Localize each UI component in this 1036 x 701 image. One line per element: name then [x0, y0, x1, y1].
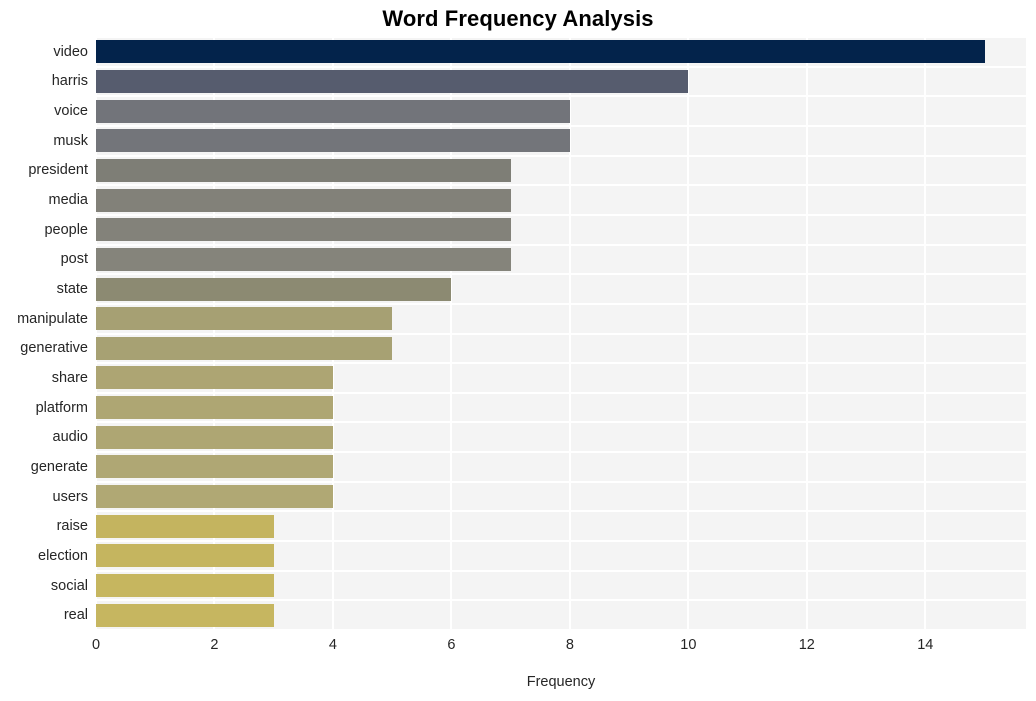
gridline-horizontal — [96, 184, 1026, 187]
y-tick-label-raise: raise — [56, 518, 88, 535]
x-axis-title: Frequency — [526, 674, 596, 690]
bar-president[interactable] — [96, 158, 511, 182]
bar-state[interactable] — [96, 277, 452, 301]
bar-video[interactable] — [96, 40, 985, 64]
gridline-horizontal — [96, 480, 1026, 483]
bar-musk[interactable] — [96, 129, 570, 153]
bar-share[interactable] — [96, 366, 333, 390]
y-tick-label-social: social — [50, 577, 88, 594]
gridline-horizontal — [96, 65, 1026, 68]
y-tick-label-generative: generative — [20, 340, 88, 357]
gridline-horizontal — [96, 124, 1026, 127]
bar-real[interactable] — [96, 603, 274, 627]
gridline-horizontal — [96, 362, 1026, 365]
bar-people[interactable] — [96, 218, 511, 242]
x-tick-label-0: 0 — [91, 637, 101, 653]
gridline-horizontal — [96, 540, 1026, 543]
y-tick-label-state: state — [56, 281, 88, 298]
gridline-horizontal — [96, 213, 1026, 216]
y-tick-label-people: people — [44, 221, 88, 238]
x-tick-label-2: 2 — [210, 637, 219, 653]
gridline-horizontal — [96, 154, 1026, 157]
y-tick-label-generate: generate — [30, 458, 88, 475]
bar-users[interactable] — [96, 485, 333, 509]
x-tick-label-12: 12 — [798, 637, 815, 653]
y-tick-label-media: media — [48, 192, 89, 209]
gridline-horizontal — [96, 273, 1026, 276]
y-tick-label-harris: harris — [51, 73, 88, 90]
y-tick-label-post: post — [60, 251, 88, 268]
x-tick-label-14: 14 — [917, 637, 934, 653]
chart-figure: Word Frequency Analysis video harris voice… — [0, 0, 1036, 701]
bar-manipulate[interactable] — [96, 307, 393, 331]
y-tick-label-election: election — [38, 547, 88, 564]
y-tick-label-voice: voice — [54, 103, 88, 120]
x-tick-label-10: 10 — [680, 637, 697, 653]
gridline-horizontal — [96, 332, 1026, 335]
gridline-horizontal — [96, 95, 1026, 98]
y-tick-label-share: share — [51, 369, 88, 386]
y-tick-label-president: president — [28, 162, 88, 179]
gridline-horizontal — [96, 391, 1026, 394]
bar-election[interactable] — [96, 544, 274, 568]
gridline-horizontal — [96, 421, 1026, 424]
bar-harris[interactable] — [96, 69, 689, 93]
gridline-horizontal — [96, 302, 1026, 305]
chart-title: Word Frequency Analysis — [382, 6, 654, 31]
bar-generate[interactable] — [96, 455, 333, 479]
y-tick-label-video: video — [53, 43, 88, 60]
x-axis-tick-labels: 0 2 4 6 8 10 12 14 — [0, 635, 1036, 659]
bar-audio[interactable] — [96, 425, 333, 449]
x-tick-label-4: 4 — [328, 637, 337, 653]
gridline-horizontal — [96, 243, 1026, 246]
plot-area — [96, 37, 1026, 630]
bar-raise[interactable] — [96, 514, 274, 538]
bar-platform[interactable] — [96, 396, 333, 420]
y-tick-label-platform: platform — [35, 399, 88, 416]
y-tick-label-audio: audio — [52, 429, 88, 446]
x-tick-label-8: 8 — [565, 637, 574, 653]
gridline-horizontal — [96, 451, 1026, 454]
y-tick-label-musk: musk — [53, 132, 88, 149]
gridline-horizontal — [96, 629, 1026, 630]
gridline-horizontal — [96, 37, 1026, 38]
y-tick-label-manipulate: manipulate — [17, 310, 88, 327]
bar-voice[interactable] — [96, 99, 570, 123]
bar-media[interactable] — [96, 188, 511, 212]
bar-social[interactable] — [96, 574, 274, 598]
y-tick-label-real: real — [63, 607, 88, 624]
bar-generative[interactable] — [96, 336, 393, 360]
bar-post[interactable] — [96, 247, 511, 271]
y-axis-tick-labels: video harris voice musk president media people… — [0, 37, 88, 630]
x-tick-label-6: 6 — [447, 637, 456, 653]
y-tick-label-users: users — [52, 488, 88, 505]
gridline-horizontal — [96, 569, 1026, 572]
gridline-horizontal — [96, 510, 1026, 513]
gridline-horizontal — [96, 599, 1026, 602]
